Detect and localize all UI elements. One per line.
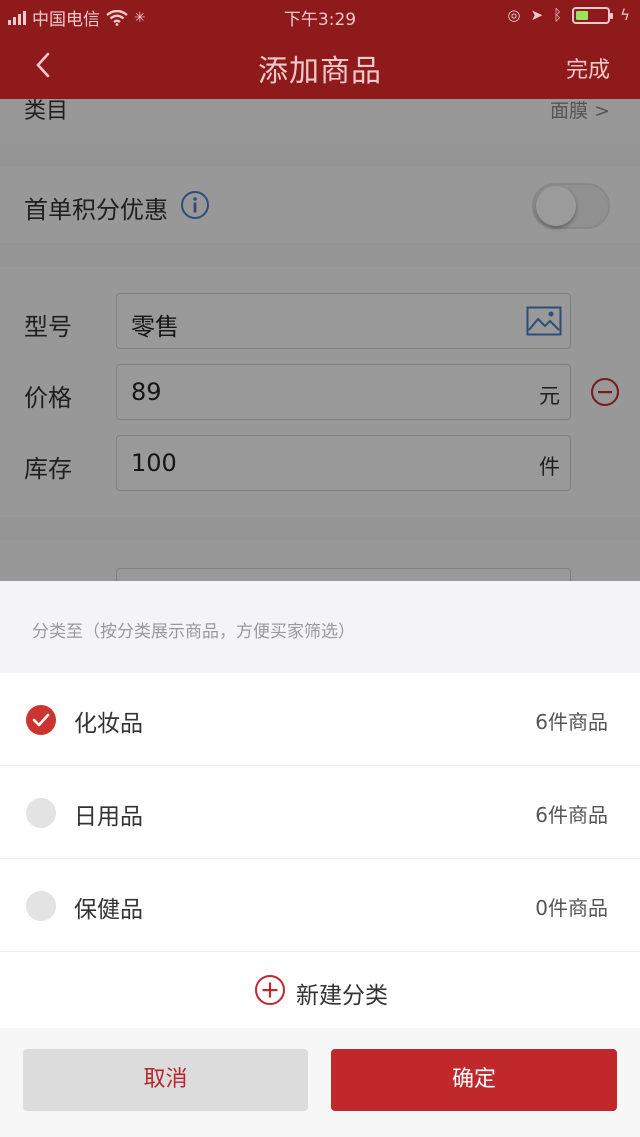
option-count: 6件商品 bbox=[535, 803, 608, 827]
confirm-button[interactable]: 确定 bbox=[331, 1049, 617, 1111]
category-option-cosmetics[interactable]: 化妆品 6件商品 bbox=[0, 673, 640, 766]
unchecked-icon[interactable] bbox=[26, 798, 56, 828]
category-option-daily[interactable]: 日用品 6件商品 bbox=[0, 766, 640, 859]
sheet-hint: 分类至（按分类展示商品，方便买家筛选） bbox=[32, 622, 355, 642]
option-name: 化妆品 bbox=[74, 711, 143, 737]
modal-overlay[interactable] bbox=[0, 99, 640, 581]
category-sheet: 分类至（按分类展示商品，方便买家筛选） 化妆品 6件商品 日用品 6件商品 保健… bbox=[0, 581, 640, 1137]
option-count: 6件商品 bbox=[535, 710, 608, 734]
page-title: 添加商品 bbox=[258, 54, 382, 89]
charging-icon: ϟ bbox=[620, 6, 630, 24]
unchecked-icon[interactable] bbox=[26, 891, 56, 921]
location-icon: ➤ bbox=[530, 6, 544, 24]
category-option-health[interactable]: 保健品 0件商品 bbox=[0, 859, 640, 952]
status-right: ◎ ➤ ᛒ ϟ bbox=[507, 6, 630, 24]
new-category-label: 新建分类 bbox=[296, 983, 388, 1009]
lock-rotation-icon: ◎ bbox=[507, 6, 521, 24]
sheet-footer: 取消 确定 bbox=[0, 1028, 640, 1137]
status-bar: 中国电信 ✳ 下午3:29 ◎ ➤ ᛒ ϟ bbox=[0, 0, 640, 32]
battery-level bbox=[576, 10, 589, 20]
category-options: 化妆品 6件商品 日用品 6件商品 保健品 0件商品 bbox=[0, 673, 640, 952]
nav-bar: 添加商品 完成 bbox=[0, 32, 640, 99]
checked-icon[interactable] bbox=[26, 705, 56, 735]
new-category-button[interactable]: 新建分类 bbox=[0, 952, 640, 1028]
done-button[interactable]: 完成 bbox=[566, 52, 610, 84]
plus-circle-icon bbox=[255, 975, 285, 1005]
option-count: 0件商品 bbox=[535, 896, 608, 920]
cancel-button[interactable]: 取消 bbox=[23, 1049, 308, 1111]
option-name: 日用品 bbox=[74, 804, 143, 830]
option-name: 保健品 bbox=[74, 897, 143, 923]
battery-icon bbox=[572, 6, 614, 24]
bluetooth-icon: ᛒ bbox=[553, 6, 563, 24]
